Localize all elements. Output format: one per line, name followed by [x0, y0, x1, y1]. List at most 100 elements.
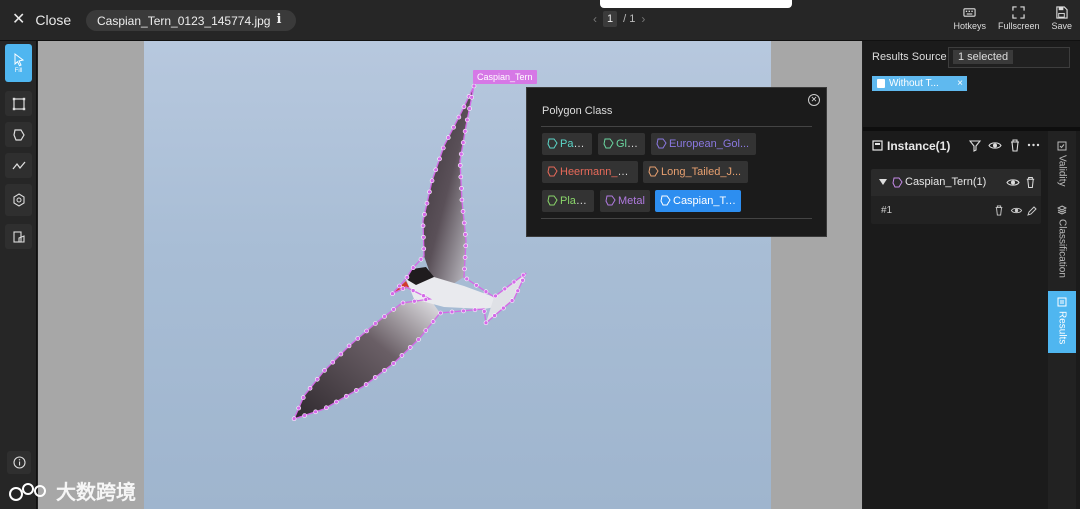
tab-classification[interactable]: Classification	[1048, 201, 1076, 289]
polygon-vertex[interactable]	[459, 186, 464, 191]
polygon-vertex[interactable]	[302, 413, 307, 418]
polygon-vertex[interactable]	[404, 275, 410, 280]
polygon-vertex[interactable]	[391, 361, 396, 366]
close-button[interactable]: ✕ Close	[12, 9, 71, 31]
polygon-vertex[interactable]	[399, 353, 405, 358]
class-group-row[interactable]: Caspian_Tern(1)	[871, 169, 1041, 196]
polygon-vertex[interactable]	[509, 298, 515, 303]
polygon-vertex[interactable]	[483, 320, 489, 326]
polygon-vertex[interactable]	[355, 336, 361, 341]
polyline-tool-button[interactable]	[5, 153, 32, 178]
polygon-vertex[interactable]	[464, 276, 470, 282]
polygon-vertex[interactable]	[430, 319, 436, 324]
save-button[interactable]: Save	[1051, 6, 1072, 31]
polygon-vertex[interactable]	[400, 286, 406, 291]
polygon-vertex[interactable]	[334, 399, 339, 405]
class-chip-european-gull[interactable]: European_Gol...	[651, 133, 756, 155]
polygon-vertex[interactable]	[373, 321, 378, 326]
polygon-vertex[interactable]	[461, 220, 467, 226]
classify-tool-button[interactable]	[5, 224, 32, 249]
polygon-vertex[interactable]	[410, 288, 416, 293]
polygon-vertex[interactable]	[372, 375, 378, 380]
polygon-vertex[interactable]	[338, 351, 344, 357]
class-chip-glass[interactable]: Glass	[598, 133, 645, 155]
class-chip-paper[interactable]: Paper	[542, 133, 592, 155]
polygon-vertex[interactable]	[449, 309, 455, 315]
filter-icon[interactable]	[969, 139, 982, 152]
edit-icon[interactable]	[1027, 205, 1037, 216]
trash-icon[interactable]	[994, 205, 1004, 216]
polygon-vertex[interactable]	[422, 212, 427, 217]
polygon-vertex[interactable]	[424, 200, 430, 206]
polygon-vertex[interactable]	[515, 288, 521, 294]
polygon-vertex[interactable]	[492, 313, 497, 318]
polygon-vertex[interactable]	[445, 135, 451, 140]
polygon-vertex[interactable]	[451, 125, 456, 130]
polygon-vertex[interactable]	[397, 283, 402, 289]
polygon-vertex[interactable]	[346, 343, 352, 349]
trash-icon[interactable]	[1025, 176, 1036, 189]
polygon-vertex[interactable]	[437, 156, 442, 162]
polygon-vertex[interactable]	[421, 235, 426, 240]
polygon-vertex[interactable]	[313, 409, 318, 415]
polygon-vertex[interactable]	[472, 307, 478, 313]
eye-icon[interactable]	[1006, 176, 1020, 189]
polygon-vertex[interactable]	[344, 393, 349, 399]
polygon-vertex[interactable]	[458, 174, 464, 180]
polygon-vertex[interactable]	[438, 310, 443, 316]
polygon-vertex[interactable]	[461, 104, 467, 110]
polygon-vertex[interactable]	[391, 307, 396, 312]
class-chip-heermann-gull[interactable]: Heermann_Gull	[542, 161, 638, 183]
polygon-vertex[interactable]	[460, 140, 466, 145]
polygon-vertex[interactable]	[481, 309, 487, 314]
more-icon[interactable]	[1027, 143, 1040, 147]
class-chip-metal[interactable]: Metal	[600, 190, 650, 212]
polygon-vertex[interactable]	[423, 328, 429, 333]
polygon-vertex[interactable]	[462, 232, 468, 237]
caret-down-icon[interactable]	[879, 179, 887, 185]
polygon-vertex[interactable]	[458, 151, 464, 157]
polygon-vertex[interactable]	[459, 197, 465, 203]
rectangle-tool-button[interactable]	[5, 91, 32, 116]
polygon-vertex[interactable]	[315, 376, 320, 382]
polygon-vertex[interactable]	[322, 368, 327, 373]
prev-page-icon[interactable]: ‹	[593, 12, 597, 26]
polygon-vertex[interactable]	[463, 243, 469, 249]
class-chip-caspian-tern[interactable]: Caspian_Tern	[655, 190, 741, 212]
polygon-vertex[interactable]	[501, 305, 506, 311]
tag-remove-icon[interactable]: ×	[957, 76, 963, 91]
polygon-vertex[interactable]	[423, 297, 429, 302]
polygon-vertex[interactable]	[301, 395, 306, 400]
polygon-vertex[interactable]	[427, 189, 432, 195]
polygon-vertex[interactable]	[462, 266, 467, 272]
polygon-vertex[interactable]	[471, 83, 477, 89]
tab-validity[interactable]: Validity	[1048, 137, 1076, 197]
info-button[interactable]	[7, 451, 31, 474]
polygon-vertex[interactable]	[307, 385, 313, 391]
polygon-vertex[interactable]	[461, 308, 466, 314]
eye-icon[interactable]	[1010, 205, 1023, 216]
polygon-vertex[interactable]	[493, 293, 498, 299]
popup-close-icon[interactable]: ✕	[808, 94, 820, 106]
polygon-vertex[interactable]	[462, 128, 468, 134]
ai-tool-button[interactable]	[5, 184, 32, 216]
results-source-select[interactable]: 1 selected	[948, 47, 1070, 68]
polygon-vertex[interactable]	[330, 359, 336, 365]
polygon-vertex[interactable]	[456, 114, 462, 120]
polygon-vertex[interactable]	[324, 405, 329, 411]
polygon-vertex[interactable]	[520, 272, 526, 278]
instance-row[interactable]: #1	[871, 196, 1041, 224]
polygon-vertex[interactable]	[462, 255, 468, 260]
select-tool-button[interactable]: Fill	[5, 44, 32, 82]
polygon-vertex[interactable]	[469, 94, 475, 100]
polygon-vertex[interactable]	[457, 163, 463, 168]
polygon-vertex[interactable]	[410, 265, 416, 270]
polygon-vertex[interactable]	[421, 293, 426, 298]
polygon-vertex[interactable]	[421, 246, 427, 252]
fullscreen-button[interactable]: Fullscreen	[998, 6, 1039, 31]
polygon-vertex[interactable]	[511, 279, 517, 285]
file-info-icon[interactable]: i	[272, 12, 286, 28]
polygon-vertex[interactable]	[407, 345, 413, 350]
polygon-vertex[interactable]	[400, 300, 406, 306]
polygon-vertex[interactable]	[416, 337, 421, 342]
